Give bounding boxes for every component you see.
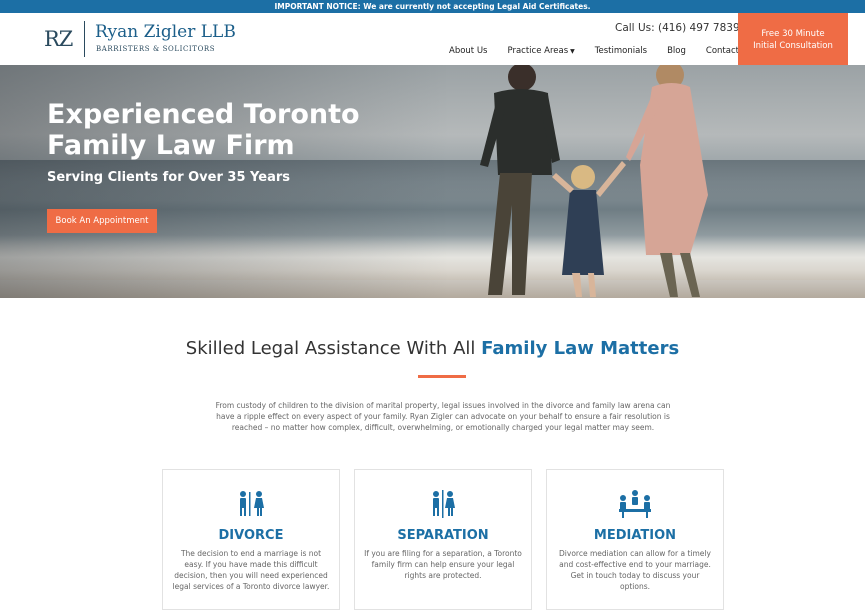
logo-divider <box>84 21 85 57</box>
separation-icon <box>433 490 455 518</box>
logo-tagline: BARRISTERS & SOLICITORS <box>96 45 216 53</box>
free-consultation-button[interactable]: Free 30 Minute Initial Consultation <box>738 13 848 65</box>
logo-mark[interactable]: RZ <box>44 27 73 51</box>
notice-bar: IMPORTANT NOTICE: We are currently not a… <box>0 0 865 13</box>
card-text: Divorce mediation can allow for a timely… <box>559 549 711 591</box>
section-title-accent: Family Law Matters <box>481 338 680 359</box>
card-title: DIVORCE <box>218 528 284 543</box>
nav-testimonials[interactable]: Testimonials <box>595 46 647 56</box>
hero-title: Experienced Toronto Family Law Firm <box>47 99 360 161</box>
hero-banner: Experienced Toronto Family Law Firm Serv… <box>0 65 865 298</box>
cta-line-1: Free 30 Minute <box>761 29 825 39</box>
nav-label: Practice Areas <box>507 46 569 56</box>
nav-contact[interactable]: Contact <box>706 46 739 56</box>
title-divider <box>418 375 466 378</box>
nav-label: Testimonials <box>594 46 648 56</box>
logo-name[interactable]: Ryan Zigler LLB <box>95 22 236 42</box>
nav-practice-areas[interactable]: Practice Areas ▼ <box>507 46 574 56</box>
cta-line-2: Initial Consultation <box>753 41 833 51</box>
nav-label: Contact <box>705 46 739 56</box>
service-card-separation[interactable]: SEPARATION If you are filing for a separ… <box>354 469 532 610</box>
card-title: MEDIATION <box>593 528 677 543</box>
nav-blog[interactable]: Blog <box>667 46 686 56</box>
service-card-mediation[interactable]: MEDIATION Divorce mediation can allow fo… <box>546 469 724 610</box>
section-title-plain: Skilled Legal Assistance With All <box>185 338 476 359</box>
section-title: Skilled Legal Assistance With All Family… <box>0 338 865 359</box>
divorce-icon <box>240 491 264 516</box>
card-title: SEPARATION <box>397 528 489 543</box>
chevron-down-icon: ▼ <box>570 48 575 55</box>
nav-label: Blog <box>667 46 686 56</box>
mediation-icon <box>619 490 651 518</box>
card-text: If you are filing for a separation, a To… <box>364 549 522 580</box>
nav-about-us[interactable]: About Us <box>449 46 487 56</box>
hero-subtitle: Serving Clients for Over 35 Years <box>47 170 290 185</box>
main-nav: About Us Practice Areas ▼ Testimonials Bl… <box>449 46 759 56</box>
nav-label: About Us <box>449 46 488 56</box>
card-text: The decision to end a marriage is not ea… <box>172 549 330 591</box>
site-header: RZ Ryan Zigler LLB BARRISTERS & SOLICITO… <box>0 13 865 65</box>
book-appointment-button[interactable]: Book An Appointment <box>47 209 157 233</box>
intro-paragraph: From custody of children to the division… <box>215 401 671 432</box>
service-card-divorce[interactable]: DIVORCE The decision to end a marriage i… <box>162 469 340 610</box>
phone-link[interactable]: Call Us: (416) 497 7839 <box>615 22 740 34</box>
